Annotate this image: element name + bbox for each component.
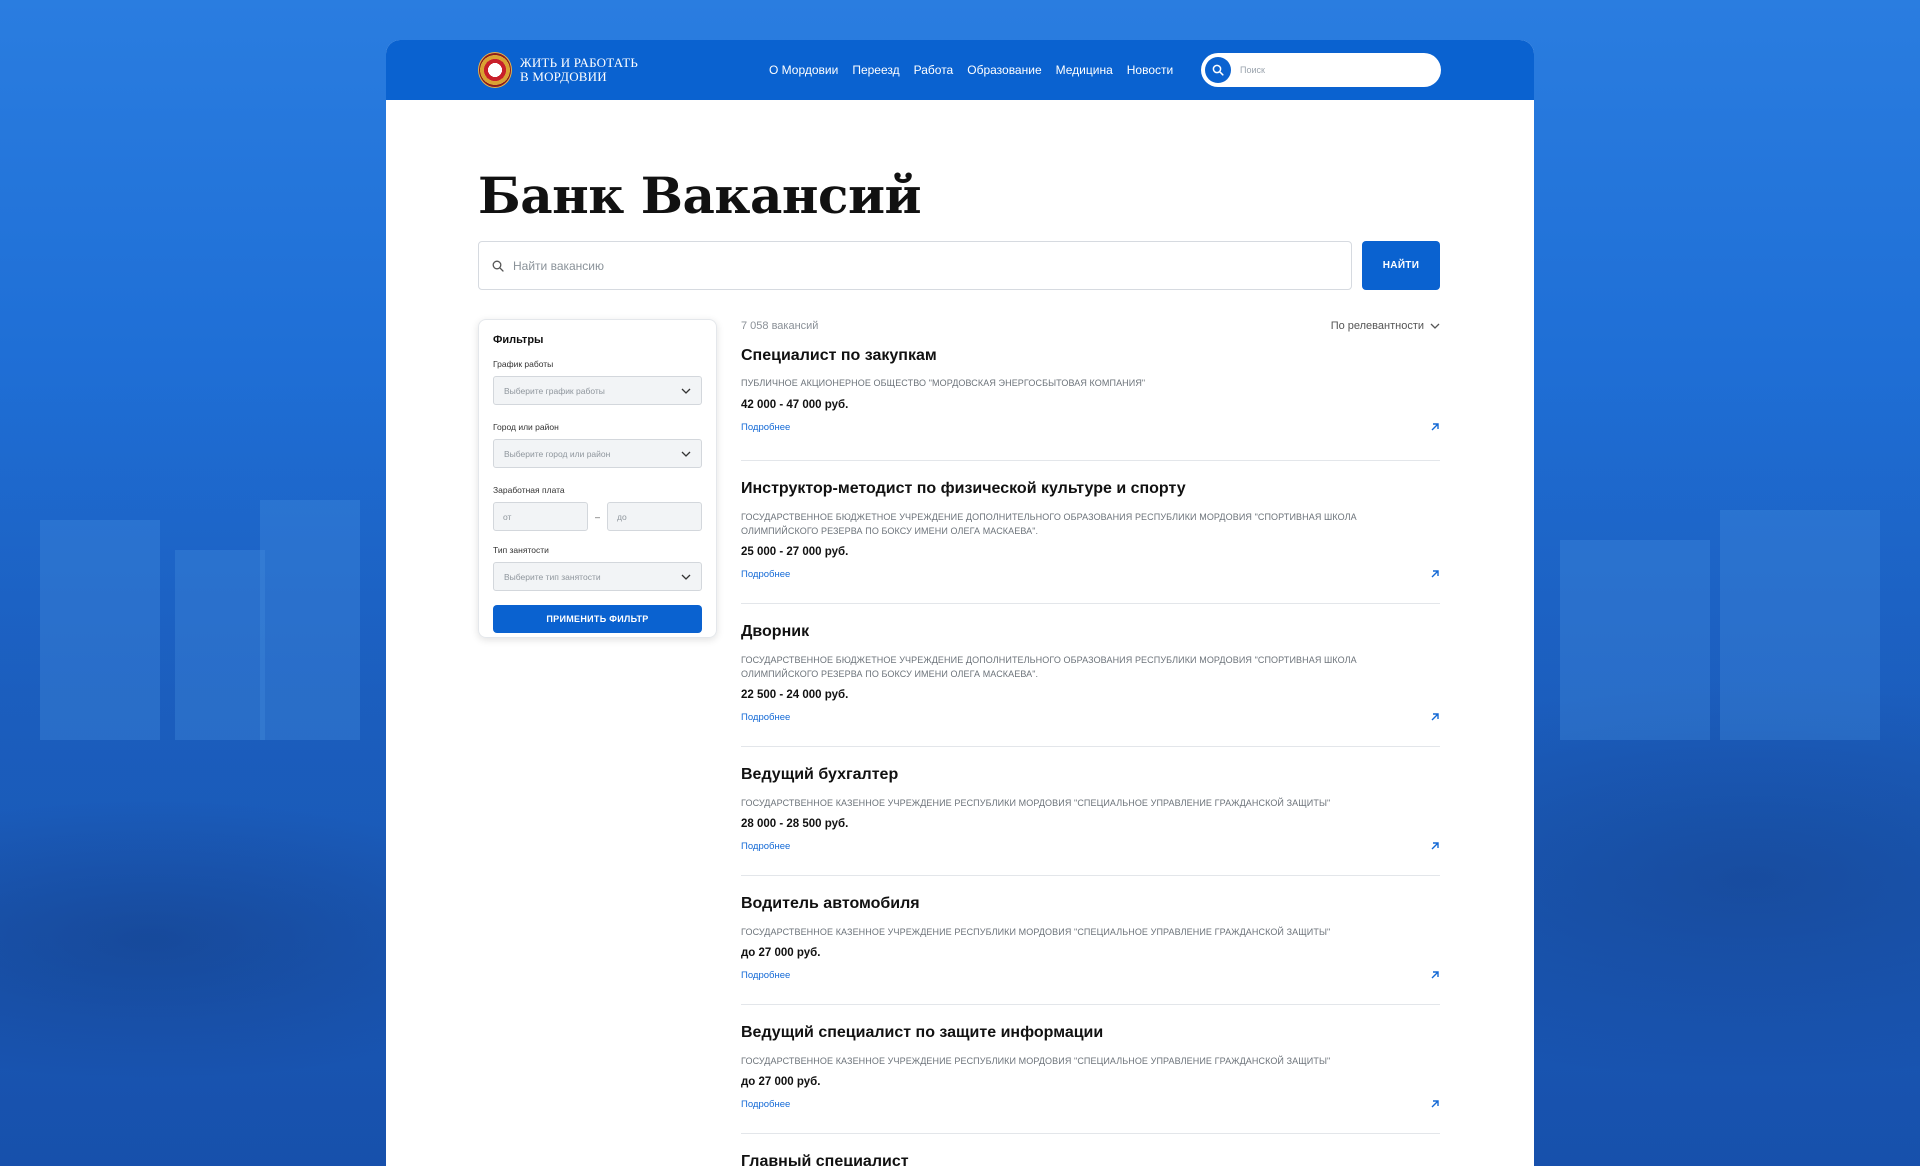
arrow-up-right-icon[interactable] — [1430, 970, 1440, 980]
vacancy-title[interactable]: Инструктор-методист по физической культу… — [741, 480, 1186, 498]
vacancy-search-placeholder: Найти вакансию — [513, 258, 605, 273]
page-title: Банк Вакансий — [478, 166, 922, 225]
vacancy-details-link[interactable]: Подробнее — [741, 1099, 790, 1110]
arrow-up-right-icon[interactable] — [1430, 1099, 1440, 1109]
coat-of-arms-icon — [478, 52, 512, 88]
search-icon — [492, 260, 504, 272]
vacancy-salary: до 27 000 руб. — [741, 947, 821, 959]
vacancy-title[interactable]: Ведущий специалист по защите информации — [741, 1024, 1103, 1042]
logo-line-1: ЖИТЬ И РАБОТАТЬ — [520, 55, 638, 70]
vacancy-details-link[interactable]: Подробнее — [741, 569, 790, 580]
nav-item-education[interactable]: Образование — [967, 63, 1041, 77]
find-button[interactable]: НАЙТИ — [1362, 241, 1440, 290]
vacancy-details-link[interactable]: Подробнее — [741, 970, 790, 981]
top-navbar: ЖИТЬ И РАБОТАТЬ В МОРДОВИИ О Мордовии Пе… — [386, 40, 1534, 100]
employment-type-label: Тип занятости — [493, 545, 549, 555]
vacancy-details-link[interactable]: Подробнее — [741, 841, 790, 852]
sort-dropdown[interactable]: По релевантности — [1331, 320, 1440, 332]
vacancy-employer: ГОСУДАРСТВЕННОЕ БЮДЖЕТНОЕ УЧРЕЖДЕНИЕ ДОП… — [741, 655, 1357, 679]
schedule-placeholder: Выберите график работы — [504, 385, 605, 396]
apply-filter-button[interactable]: ПРИМЕНИТЬ ФИЛЬТР — [493, 605, 702, 633]
vacancy-card[interactable]: Инструктор-методист по физической культу… — [741, 461, 1440, 604]
vacancy-details-link[interactable]: Подробнее — [741, 712, 790, 723]
vacancy-list: 7 058 вакансий По релевантности Специали… — [741, 319, 1440, 1166]
page-frame: ЖИТЬ И РАБОТАТЬ В МОРДОВИИ О Мордовии Пе… — [386, 40, 1534, 1166]
city-placeholder: Выберите город или район — [504, 448, 611, 459]
vacancy-title[interactable]: Специалист по закупкам — [741, 347, 937, 365]
vacancy-salary: 25 000 - 27 000 руб. — [741, 546, 849, 558]
logo-line-2: В МОРДОВИИ — [520, 69, 607, 84]
nav-item-work[interactable]: Работа — [914, 63, 954, 77]
vacancy-title[interactable]: Главный специалист — [741, 1153, 909, 1166]
vacancy-card[interactable]: Ведущий бухгалтер ГОСУДАРСТВЕННОЕ КАЗЕНН… — [741, 747, 1440, 876]
main-nav: О Мордовии Переезд Работа Образование Ме… — [769, 63, 1173, 77]
schedule-select[interactable]: Выберите график работы — [493, 376, 702, 405]
vacancy-employer: ГОСУДАРСТВЕННОЕ КАЗЕННОЕ УЧРЕЖДЕНИЕ РЕСП… — [741, 1056, 1331, 1066]
vacancy-salary: 42 000 - 47 000 руб. — [741, 399, 849, 411]
salary-range: от – до — [493, 502, 702, 531]
chevron-down-icon — [681, 388, 691, 394]
header-search-input[interactable]: Поиск — [1201, 53, 1441, 87]
chevron-down-icon — [681, 574, 691, 580]
vacancy-card[interactable]: Дворник ГОСУДАРСТВЕННОЕ БЮДЖЕТНОЕ УЧРЕЖД… — [741, 604, 1440, 747]
chevron-down-icon — [1430, 323, 1440, 329]
arrow-up-right-icon[interactable] — [1430, 569, 1440, 579]
vacancy-employer: ГОСУДАРСТВЕННОЕ КАЗЕННОЕ УЧРЕЖДЕНИЕ РЕСП… — [741, 927, 1331, 937]
vacancy-title[interactable]: Дворник — [741, 623, 809, 641]
nav-item-news[interactable]: Новости — [1127, 63, 1173, 77]
logo-text: ЖИТЬ И РАБОТАТЬ В МОРДОВИИ — [520, 56, 638, 84]
vacancy-details-link[interactable]: Подробнее — [741, 422, 790, 433]
vacancy-card[interactable]: Ведущий специалист по защите информации … — [741, 1005, 1440, 1134]
salary-label: Заработная плата — [493, 485, 565, 495]
vacancy-title[interactable]: Ведущий бухгалтер — [741, 766, 898, 784]
salary-from-input[interactable]: от — [493, 502, 588, 531]
search-icon[interactable] — [1205, 57, 1231, 83]
vacancy-count: 7 058 вакансий — [741, 320, 819, 332]
filters-panel: Фильтры График работы Выберите график ра… — [478, 319, 717, 638]
vacancy-salary: 28 000 - 28 500 руб. — [741, 818, 849, 830]
employment-type-placeholder: Выберите тип занятости — [504, 571, 601, 582]
arrow-up-right-icon[interactable] — [1430, 712, 1440, 722]
filters-title: Фильтры — [493, 334, 544, 346]
vacancy-employer: ПУБЛИЧНОЕ АКЦИОНЕРНОЕ ОБЩЕСТВО "МОРДОВСК… — [741, 378, 1146, 388]
vacancy-employer: ГОСУДАРСТВЕННОЕ БЮДЖЕТНОЕ УЧРЕЖДЕНИЕ ДОП… — [741, 512, 1357, 536]
salary-to-input[interactable]: до — [607, 502, 702, 531]
arrow-up-right-icon[interactable] — [1430, 841, 1440, 851]
employment-type-select[interactable]: Выберите тип занятости — [493, 562, 702, 591]
nav-item-medicine[interactable]: Медицина — [1056, 63, 1113, 77]
vacancy-card[interactable]: Главный специалист — [741, 1134, 1440, 1166]
vacancy-search-input[interactable]: Найти вакансию — [478, 241, 1352, 290]
vacancy-salary: 22 500 - 24 000 руб. — [741, 689, 849, 701]
arrow-up-right-icon[interactable] — [1430, 422, 1440, 432]
city-label: Город или район — [493, 422, 559, 432]
nav-item-relocation[interactable]: Переезд — [852, 63, 899, 77]
schedule-label: График работы — [493, 359, 554, 369]
vacancy-title[interactable]: Водитель автомобиля — [741, 895, 920, 913]
vacancy-card[interactable]: Водитель автомобиля ГОСУДАРСТВЕННОЕ КАЗЕ… — [741, 876, 1440, 1005]
nav-item-about[interactable]: О Мордовии — [769, 63, 838, 77]
site-logo[interactable]: ЖИТЬ И РАБОТАТЬ В МОРДОВИИ — [478, 52, 718, 88]
vacancy-card[interactable]: Специалист по закупкам ПУБЛИЧНОЕ АКЦИОНЕ… — [741, 332, 1440, 461]
vacancy-employer: ГОСУДАРСТВЕННОЕ КАЗЕННОЕ УЧРЕЖДЕНИЕ РЕСП… — [741, 798, 1331, 808]
chevron-down-icon — [681, 451, 691, 457]
header-search-placeholder: Поиск — [1240, 65, 1265, 75]
salary-range-dash: – — [594, 511, 600, 522]
city-select[interactable]: Выберите город или район — [493, 439, 702, 468]
sort-label: По релевантности — [1330, 320, 1424, 332]
vacancy-salary: до 27 000 руб. — [741, 1076, 821, 1088]
